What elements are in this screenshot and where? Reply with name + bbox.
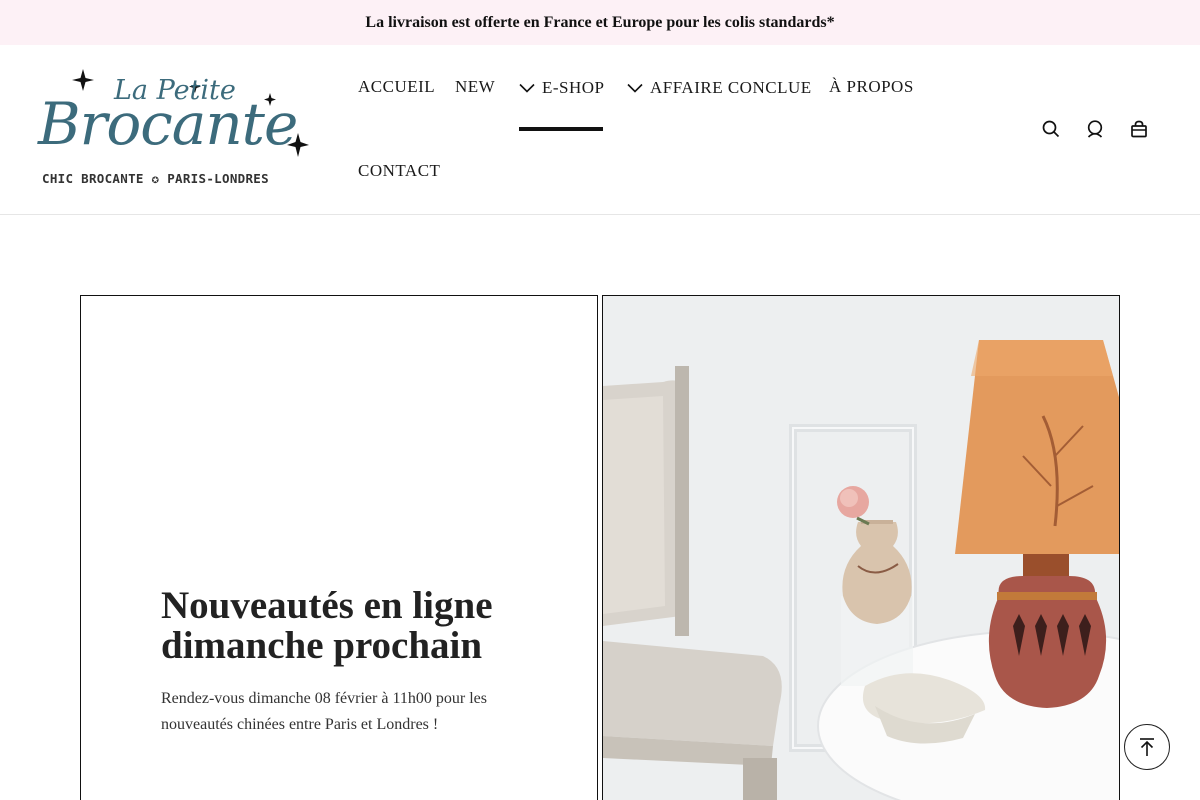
hero-title: Nouveautés en ligne dimanche prochain <box>161 584 493 667</box>
account-button[interactable] <box>1086 119 1104 139</box>
nav-item-label: CONTACT <box>358 161 441 180</box>
chevron-down-icon <box>519 83 535 93</box>
nav-item-a-propos[interactable]: À PROPOS <box>829 77 914 97</box>
site-header: La Petite Brocante CHIC BROCANTE ✪ PARIS… <box>0 45 1200 215</box>
nav-item-accueil[interactable]: ACCUEIL <box>358 77 435 97</box>
nav-item-label: NEW <box>455 77 496 96</box>
main-nav: ACCUEIL NEW E-SHOP AFFAIRE CONCLUE À PRO… <box>358 45 958 215</box>
nav-item-label: ACCUEIL <box>358 77 436 96</box>
account-icon <box>1087 120 1103 138</box>
hero-description: Rendez-vous dimanche 08 février à 11h00 … <box>161 690 487 733</box>
announcement-bar: La livraison est offerte en France et Eu… <box>0 0 1200 45</box>
chevron-down-icon <box>627 83 643 93</box>
nav-item-label: AFFAIRE CONCLUE <box>650 78 812 97</box>
hero-image <box>602 295 1120 800</box>
back-to-top-button[interactable] <box>1124 724 1170 770</box>
nav-item-affaire-conclue[interactable]: AFFAIRE CONCLUE <box>627 78 812 98</box>
nav-item-label: À PROPOS <box>829 77 914 96</box>
logo-line2: Brocante <box>38 90 298 158</box>
nav-item-new[interactable]: NEW <box>455 77 495 97</box>
logo-tagline: CHIC BROCANTE ✪ PARIS-LONDRES <box>42 171 269 186</box>
nav-item-contact[interactable]: CONTACT <box>358 161 440 181</box>
search-icon <box>1042 120 1060 138</box>
arrow-up-icon <box>1140 738 1154 756</box>
site-logo[interactable]: La Petite Brocante CHIC BROCANTE ✪ PARIS… <box>38 67 313 192</box>
nav-item-label: E-SHOP <box>542 78 605 97</box>
cart-icon <box>1131 120 1147 138</box>
nav-active-indicator <box>519 127 603 131</box>
search-button[interactable] <box>1042 119 1060 139</box>
header-actions <box>1042 119 1148 139</box>
hero-photo-illustration <box>603 296 1119 800</box>
hero-text-panel: Nouveautés en ligne dimanche prochain Re… <box>80 295 598 800</box>
cart-button[interactable] <box>1130 119 1148 139</box>
announcement-text: La livraison est offerte en France et Eu… <box>365 13 835 31</box>
nav-item-eshop[interactable]: E-SHOP <box>519 78 605 98</box>
